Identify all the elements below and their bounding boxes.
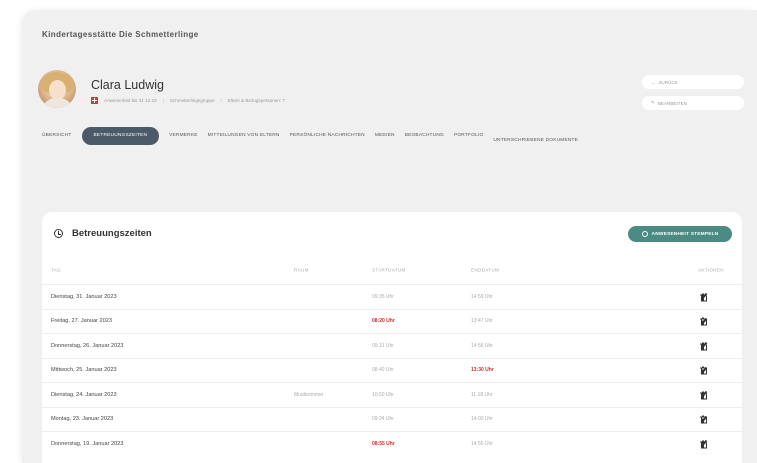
- col-actions: AKTIONEN: [698, 267, 724, 273]
- tab-uebersicht[interactable]: ÜBERSICHT: [42, 127, 72, 145]
- trash-icon[interactable]: [700, 342, 707, 351]
- tab-vermerke[interactable]: VERMERKE: [169, 127, 198, 145]
- org-title: Kindertagesstätte Die Schmetterlinge: [42, 30, 199, 39]
- trash-icon[interactable]: [700, 367, 707, 375]
- pencil-icon: ✎: [651, 100, 655, 105]
- tab-medien[interactable]: MEDIEN: [375, 127, 395, 145]
- col-end: ENDDATUM: [471, 267, 500, 273]
- tab-bar: ÜBERSICHT BETREUUNGSZEITEN VERMERKE MITT…: [42, 122, 622, 149]
- trash-icon[interactable]: [700, 416, 707, 424]
- meta-guardians: Eltern & Bezugspersonen: 7: [227, 98, 285, 103]
- cell-start: 09:34 Uhr: [372, 416, 394, 423]
- cell-start: 09:35 Uhr: [372, 293, 394, 300]
- avatar: [38, 70, 76, 108]
- cell-tag: Donnerstag, 26. Januar 2023: [51, 342, 124, 349]
- table-row: Montag, 23. Januar 2023 09:34 Uhr 14:00 Uh…: [42, 406, 742, 432]
- cell-tag: Dienstag, 24. Januar 2023: [51, 391, 117, 398]
- betreuungszeiten-card: Betreuungszeiten ANWESENHEIT STEMPELN TA…: [42, 212, 742, 463]
- back-button[interactable]: ← ZURÜCK: [642, 75, 744, 89]
- meta-group: Schmetterlingsgruppe: [169, 98, 215, 103]
- tab-betreuungszeiten[interactable]: BETREUUNGSZEITEN: [81, 126, 160, 145]
- trash-icon[interactable]: [700, 318, 707, 326]
- swiss-flag-icon: [91, 97, 98, 104]
- profile-meta: Anwesenheit bis 31.12.23 | Schmetterling…: [91, 97, 285, 104]
- edit-profile-button[interactable]: ✎ BEARBEITEN: [642, 96, 744, 110]
- child-name: Clara Ludwig: [91, 78, 164, 92]
- table-row: Donnerstag, 26. Januar 2023 09:31 Uhr 14:5…: [42, 333, 742, 358]
- table-row: Freitag, 27. Januar 2023 08:20 Uhr 13:47 U…: [42, 308, 742, 334]
- section-title: Betreuungszeiten: [54, 228, 152, 239]
- tab-mitteilungen[interactable]: MITTEILUNGEN VON ELTERN: [208, 127, 280, 145]
- cell-end: 14:56 Uhr: [471, 342, 493, 349]
- cell-tag: Donnerstag, 19. Januar 2023: [51, 440, 124, 447]
- col-raum: RAUM: [294, 267, 309, 273]
- col-start: STARTDATUM: [372, 267, 406, 273]
- cell-tag: Dienstag, 31. Januar 2023: [51, 293, 117, 300]
- tab-nachrichten[interactable]: PERSÖNLICHE NACHRICHTEN: [290, 127, 365, 145]
- cell-end: 14:00 Uhr: [471, 416, 493, 423]
- cell-end: 14:59 Uhr: [471, 293, 493, 300]
- clock-icon: [54, 229, 63, 238]
- table-header: TAG RAUM STARTDATUM ENDDATUM AKTIONEN: [42, 260, 742, 280]
- col-tag: TAG: [51, 267, 62, 273]
- table-row: Mittwoch, 25. Januar 2023 08:40 Uhr 13:30 …: [42, 357, 742, 383]
- tab-dokumente[interactable]: UNTERSCHRIEBENE DOKUMENTE: [493, 131, 578, 149]
- table-body: Dienstag, 31. Januar 2023 09:35 Uhr 14:59 …: [42, 284, 742, 456]
- cell-start: 08:40 Uhr: [372, 367, 394, 374]
- cell-raum: Musikzimmer: [294, 391, 324, 398]
- clock-icon: [641, 231, 648, 237]
- tab-portfolio[interactable]: PORTFOLIO: [454, 127, 483, 145]
- tab-beobachtung[interactable]: BEOBACHTUNG: [405, 127, 444, 145]
- trash-icon[interactable]: [700, 293, 707, 302]
- cell-tag: Mittwoch, 25. Januar 2023: [51, 367, 117, 374]
- cell-start: 08:20 Uhr: [372, 318, 395, 325]
- table-row: Dienstag, 24. Januar 2023 Musikzimmer 10:5…: [42, 382, 742, 407]
- cell-start: 08:55 Uhr: [372, 440, 395, 447]
- table-row: Dienstag, 31. Januar 2023 09:35 Uhr 14:59 …: [42, 284, 742, 309]
- arrow-left-icon: ←: [651, 79, 656, 85]
- cell-tag: Montag, 23. Januar 2023: [51, 416, 114, 423]
- cell-end: 14:55 Uhr: [471, 440, 493, 447]
- cell-start: 09:31 Uhr: [372, 342, 394, 349]
- cell-end: 13:30 Uhr: [471, 367, 494, 374]
- cell-end: 13:47 Uhr: [471, 318, 493, 325]
- cell-start: 10:50 Uhr: [372, 391, 394, 398]
- meta-attendance: Anwesenheit bis 31.12.23: [104, 98, 157, 103]
- trash-icon[interactable]: [700, 391, 707, 400]
- stamp-attendance-button[interactable]: ANWESENHEIT STEMPELN: [628, 226, 732, 242]
- trash-icon[interactable]: [700, 440, 707, 449]
- table-row: Donnerstag, 19. Januar 2023 08:55 Uhr 14:5…: [42, 431, 742, 456]
- app-window: Kindertagesstätte Die Schmetterlinge Cla…: [22, 10, 757, 463]
- cell-end: 11:18 Uhr: [471, 391, 493, 398]
- cell-tag: Freitag, 27. Januar 2023: [51, 318, 112, 325]
